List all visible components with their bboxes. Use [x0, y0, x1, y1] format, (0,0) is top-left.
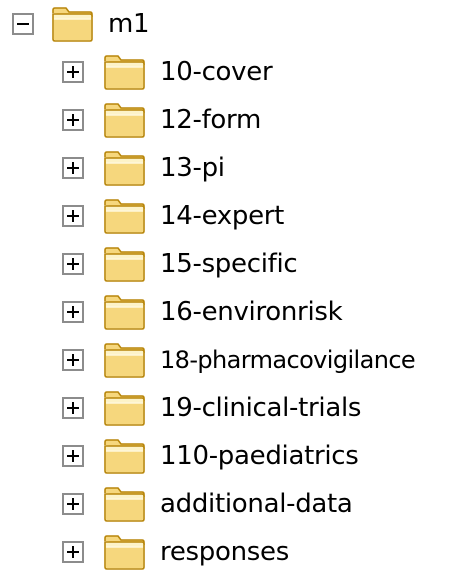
expand-plus-icon[interactable]	[62, 349, 84, 371]
expand-plus-icon[interactable]	[62, 205, 84, 227]
tree-node-12-form[interactable]: 12-form	[62, 98, 263, 142]
folder-icon	[104, 439, 145, 474]
tree-node-label[interactable]: responses	[158, 537, 291, 567]
folder-icon	[104, 103, 145, 138]
collapse-minus-icon[interactable]	[12, 13, 34, 35]
expand-plus-icon[interactable]	[62, 301, 84, 323]
expand-plus-icon[interactable]	[62, 445, 84, 467]
tree-node-label[interactable]: 19-clinical-trials	[158, 393, 363, 423]
tree-node-110-paediatrics[interactable]: 110-paediatrics	[62, 434, 361, 478]
tree-node-13-pi[interactable]: 13-pi	[62, 146, 227, 190]
tree-node-label[interactable]: 15-specific	[158, 249, 299, 279]
tree-node-label[interactable]: 110-paediatrics	[158, 441, 361, 471]
tree-node-16-environrisk[interactable]: 16-environrisk	[62, 290, 344, 334]
tree-node-label[interactable]: additional-data	[158, 489, 355, 519]
tree-node-additional-data[interactable]: additional-data	[62, 482, 355, 526]
tree-node-label[interactable]: m1	[106, 9, 151, 39]
expand-plus-icon[interactable]	[62, 157, 84, 179]
tree-node-responses[interactable]: responses	[62, 530, 291, 574]
folder-icon	[104, 487, 145, 522]
tree-node-15-specific[interactable]: 15-specific	[62, 242, 299, 286]
tree-node-m1[interactable]: m1	[12, 2, 151, 46]
tree-node-14-expert[interactable]: 14-expert	[62, 194, 286, 238]
folder-icon	[104, 535, 145, 570]
tree-node-label[interactable]: 16-environrisk	[158, 297, 344, 327]
expand-plus-icon[interactable]	[62, 541, 84, 563]
expand-plus-icon[interactable]	[62, 61, 84, 83]
tree-node-18-pharmacovigilance[interactable]: 18-pharmacovigilance	[62, 338, 417, 382]
folder-icon	[104, 151, 145, 186]
folder-icon	[104, 247, 145, 282]
expand-plus-icon[interactable]	[62, 109, 84, 131]
folder-icon	[104, 391, 145, 426]
tree-node-label[interactable]: 12-form	[158, 105, 263, 135]
tree-node-10-cover[interactable]: 10-cover	[62, 50, 274, 94]
tree-node-19-clinical-trials[interactable]: 19-clinical-trials	[62, 386, 363, 430]
folder-icon	[104, 295, 145, 330]
folder-icon	[104, 343, 145, 378]
folder-icon	[104, 199, 145, 234]
folder-open-icon	[52, 7, 93, 42]
expand-plus-icon[interactable]	[62, 493, 84, 515]
tree-node-label[interactable]: 14-expert	[158, 201, 286, 231]
tree-node-label[interactable]: 13-pi	[158, 153, 227, 183]
tree-node-label[interactable]: 18-pharmacovigilance	[158, 345, 417, 375]
expand-plus-icon[interactable]	[62, 397, 84, 419]
folder-tree: m1 10-cover 12-form 13-pi 14-expert 15-s…	[0, 0, 463, 575]
folder-icon	[104, 55, 145, 90]
tree-node-label[interactable]: 10-cover	[158, 57, 274, 87]
expand-plus-icon[interactable]	[62, 253, 84, 275]
